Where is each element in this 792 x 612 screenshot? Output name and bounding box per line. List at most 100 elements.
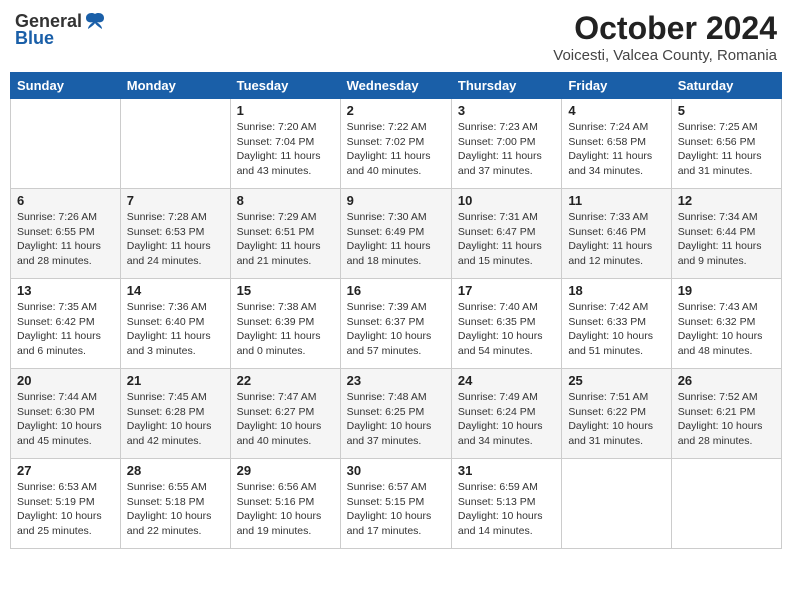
day-cell: 17Sunrise: 7:40 AMSunset: 6:35 PMDayligh… [451, 279, 561, 369]
page-header: General Blue October 2024 Voicesti, Valc… [10, 10, 782, 64]
day-cell: 8Sunrise: 7:29 AMSunset: 6:51 PMDaylight… [230, 189, 340, 279]
month-title: October 2024 [553, 10, 777, 47]
day-cell: 11 Sunrise: 7:33 AMSunset: 6:46 PMDayligh… [562, 189, 671, 279]
day-detail: Sunrise: 7:40 AMSunset: 6:35 PMDaylight:… [458, 300, 555, 359]
day-number: 2 [347, 103, 445, 118]
day-number: 4 [568, 103, 664, 118]
day-number: 5 [678, 103, 775, 118]
col-saturday: Saturday [671, 73, 781, 99]
day-number: 15 [237, 283, 334, 298]
day-cell: 31 Sunrise: 6:59 AMSunset: 5:13 PMDayligh… [451, 459, 561, 549]
day-cell: 15 Sunrise: 7:38 AMSunset: 6:39 PMDayligh… [230, 279, 340, 369]
day-cell: 30 Sunrise: 6:57 AMSunset: 5:15 PMDayligh… [340, 459, 451, 549]
day-detail: Sunrise: 7:33 AMSunset: 6:46 PMDaylight:… [568, 210, 664, 269]
day-detail: Sunrise: 7:24 AMSunset: 6:58 PMDaylight:… [568, 120, 664, 179]
day-number: 6 [17, 193, 114, 208]
day-detail: Sunrise: 7:30 AMSunset: 6:49 PMDaylight:… [347, 210, 445, 269]
week-row-4: 20 Sunrise: 7:44 AMSunset: 6:30 PMDayligh… [11, 369, 782, 459]
day-detail: Sunrise: 7:20 AMSunset: 7:04 PMDaylight:… [237, 120, 334, 179]
day-number: 9 [347, 193, 445, 208]
day-number: 19 [678, 283, 775, 298]
day-detail: Sunrise: 7:52 AMSunset: 6:21 PMDaylight:… [678, 390, 775, 449]
week-row-5: 27 Sunrise: 6:53 AMSunset: 5:19 PMDayligh… [11, 459, 782, 549]
day-number: 12 [678, 193, 775, 208]
day-detail: Sunrise: 7:29 AMSunset: 6:51 PMDaylight:… [237, 210, 334, 269]
logo-bird-icon [84, 10, 106, 32]
day-detail: Sunrise: 6:57 AMSunset: 5:15 PMDaylight:… [347, 480, 445, 539]
day-cell: 6 Sunrise: 7:26 AMSunset: 6:55 PMDaylight… [11, 189, 121, 279]
day-detail: Sunrise: 7:26 AMSunset: 6:55 PMDaylight:… [17, 210, 114, 269]
day-detail: Sunrise: 7:45 AMSunset: 6:28 PMDaylight:… [127, 390, 224, 449]
day-detail: Sunrise: 7:47 AMSunset: 6:27 PMDaylight:… [237, 390, 334, 449]
day-cell: 19 Sunrise: 7:43 AMSunset: 6:32 PMDayligh… [671, 279, 781, 369]
day-cell: 10 Sunrise: 7:31 AMSunset: 6:47 PMDayligh… [451, 189, 561, 279]
day-number: 20 [17, 373, 114, 388]
col-monday: Monday [120, 73, 230, 99]
day-cell: 2Sunrise: 7:22 AMSunset: 7:02 PMDaylight… [340, 99, 451, 189]
day-cell: 14Sunrise: 7:36 AMSunset: 6:40 PMDayligh… [120, 279, 230, 369]
location-title: Voicesti, Valcea County, Romania [553, 47, 777, 64]
logo: General Blue [15, 10, 106, 49]
day-cell: 3 Sunrise: 7:23 AMSunset: 7:00 PMDaylight… [451, 99, 561, 189]
day-detail: Sunrise: 7:51 AMSunset: 6:22 PMDaylight:… [568, 390, 664, 449]
day-number: 22 [237, 373, 334, 388]
day-detail: Sunrise: 7:48 AMSunset: 6:25 PMDaylight:… [347, 390, 445, 449]
day-detail: Sunrise: 7:43 AMSunset: 6:32 PMDaylight:… [678, 300, 775, 359]
day-detail: Sunrise: 7:28 AMSunset: 6:53 PMDaylight:… [127, 210, 224, 269]
day-number: 31 [458, 463, 555, 478]
day-detail: Sunrise: 7:39 AMSunset: 6:37 PMDaylight:… [347, 300, 445, 359]
day-detail: Sunrise: 6:55 AMSunset: 5:18 PMDaylight:… [127, 480, 224, 539]
day-detail: Sunrise: 7:42 AMSunset: 6:33 PMDaylight:… [568, 300, 664, 359]
day-number: 25 [568, 373, 664, 388]
day-number: 23 [347, 373, 445, 388]
week-row-1: 1Sunrise: 7:20 AMSunset: 7:04 PMDaylight… [11, 99, 782, 189]
day-detail: Sunrise: 7:23 AMSunset: 7:00 PMDaylight:… [458, 120, 555, 179]
week-row-3: 13 Sunrise: 7:35 AMSunset: 6:42 PMDayligh… [11, 279, 782, 369]
day-cell: 12Sunrise: 7:34 AMSunset: 6:44 PMDayligh… [671, 189, 781, 279]
day-cell: 16Sunrise: 7:39 AMSunset: 6:37 PMDayligh… [340, 279, 451, 369]
day-cell [11, 99, 121, 189]
day-number: 30 [347, 463, 445, 478]
day-cell: 22 Sunrise: 7:47 AMSunset: 6:27 PMDayligh… [230, 369, 340, 459]
logo-blue-text: Blue [15, 28, 54, 49]
day-detail: Sunrise: 6:59 AMSunset: 5:13 PMDaylight:… [458, 480, 555, 539]
day-detail: Sunrise: 6:53 AMSunset: 5:19 PMDaylight:… [17, 480, 114, 539]
title-section: October 2024 Voicesti, Valcea County, Ro… [553, 10, 777, 64]
day-number: 7 [127, 193, 224, 208]
day-detail: Sunrise: 6:56 AMSunset: 5:16 PMDaylight:… [237, 480, 334, 539]
col-thursday: Thursday [451, 73, 561, 99]
day-number: 21 [127, 373, 224, 388]
day-cell: 5 Sunrise: 7:25 AMSunset: 6:56 PMDaylight… [671, 99, 781, 189]
day-detail: Sunrise: 7:38 AMSunset: 6:39 PMDaylight:… [237, 300, 334, 359]
day-detail: Sunrise: 7:44 AMSunset: 6:30 PMDaylight:… [17, 390, 114, 449]
day-detail: Sunrise: 7:49 AMSunset: 6:24 PMDaylight:… [458, 390, 555, 449]
col-sunday: Sunday [11, 73, 121, 99]
day-cell: 25 Sunrise: 7:51 AMSunset: 6:22 PMDayligh… [562, 369, 671, 459]
day-cell: 26 Sunrise: 7:52 AMSunset: 6:21 PMDayligh… [671, 369, 781, 459]
day-cell [671, 459, 781, 549]
day-number: 26 [678, 373, 775, 388]
day-cell: 20 Sunrise: 7:44 AMSunset: 6:30 PMDayligh… [11, 369, 121, 459]
day-detail: Sunrise: 7:25 AMSunset: 6:56 PMDaylight:… [678, 120, 775, 179]
day-number: 13 [17, 283, 114, 298]
day-number: 10 [458, 193, 555, 208]
day-number: 24 [458, 373, 555, 388]
day-cell: 4 Sunrise: 7:24 AMSunset: 6:58 PMDaylight… [562, 99, 671, 189]
day-cell: 24 Sunrise: 7:49 AMSunset: 6:24 PMDayligh… [451, 369, 561, 459]
day-cell [562, 459, 671, 549]
col-wednesday: Wednesday [340, 73, 451, 99]
day-number: 3 [458, 103, 555, 118]
day-detail: Sunrise: 7:31 AMSunset: 6:47 PMDaylight:… [458, 210, 555, 269]
day-cell: 28 Sunrise: 6:55 AMSunset: 5:18 PMDayligh… [120, 459, 230, 549]
day-number: 29 [237, 463, 334, 478]
day-cell: 1Sunrise: 7:20 AMSunset: 7:04 PMDaylight… [230, 99, 340, 189]
day-cell: 7 Sunrise: 7:28 AMSunset: 6:53 PMDaylight… [120, 189, 230, 279]
day-cell: 18Sunrise: 7:42 AMSunset: 6:33 PMDayligh… [562, 279, 671, 369]
day-detail: Sunrise: 7:35 AMSunset: 6:42 PMDaylight:… [17, 300, 114, 359]
day-cell: 9 Sunrise: 7:30 AMSunset: 6:49 PMDaylight… [340, 189, 451, 279]
day-number: 27 [17, 463, 114, 478]
day-number: 14 [127, 283, 224, 298]
day-number: 11 [568, 193, 664, 208]
day-number: 28 [127, 463, 224, 478]
week-row-2: 6 Sunrise: 7:26 AMSunset: 6:55 PMDaylight… [11, 189, 782, 279]
